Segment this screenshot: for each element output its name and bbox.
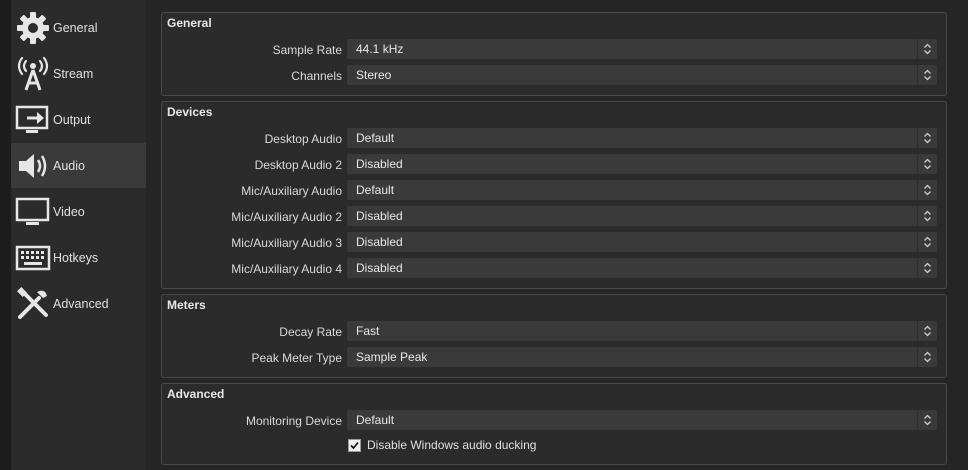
peak-meter-type-value: Sample Peak xyxy=(356,350,428,364)
device-row: Mic/Auxiliary Audio 4 Disabled xyxy=(162,258,946,280)
general-group: General Sample Rate 44.1 kHz Channels St… xyxy=(161,12,947,96)
chevron-updown-icon xyxy=(917,154,937,174)
group-title-meters: Meters xyxy=(167,298,206,312)
device-value: Default xyxy=(356,131,395,145)
sidebar-item-label: Hotkeys xyxy=(53,250,99,265)
group-title-advanced: Advanced xyxy=(167,387,225,401)
chevron-updown-icon xyxy=(917,39,937,59)
peak-meter-type-label: Peak Meter Type xyxy=(251,351,343,365)
mic-aux-audio-4-select[interactable]: Disabled xyxy=(347,258,937,278)
group-title-general: General xyxy=(167,16,212,30)
sample-rate-label: Sample Rate xyxy=(272,43,342,57)
advanced-group: Advanced Monitoring Device Default Disab… xyxy=(161,383,947,465)
channels-value: Stereo xyxy=(356,68,392,82)
meters-group: Meters Decay Rate Fast Peak Meter Type S… xyxy=(161,294,947,378)
chevron-updown-icon xyxy=(917,232,937,252)
sample-rate-select[interactable]: 44.1 kHz xyxy=(347,39,937,59)
broadcast-icon xyxy=(13,54,53,94)
sidebar-item-general[interactable]: General xyxy=(11,5,146,50)
sidebar-item-label: Video xyxy=(53,204,85,219)
disable-ducking-option[interactable]: Disable Windows audio ducking xyxy=(347,437,647,453)
group-title-devices: Devices xyxy=(167,105,213,119)
device-row: Desktop Audio Default xyxy=(162,128,946,150)
device-value: Disabled xyxy=(356,235,403,249)
chevron-updown-icon xyxy=(917,258,937,278)
desktop-audio-select[interactable]: Default xyxy=(347,128,937,148)
channels-select[interactable]: Stereo xyxy=(347,65,937,85)
chevron-updown-icon xyxy=(917,206,937,226)
channels-row: Channels Stereo xyxy=(162,65,946,87)
decay-rate-row: Decay Rate Fast xyxy=(162,321,946,343)
device-value: Disabled xyxy=(356,261,403,275)
device-label: Mic/Auxiliary Audio 3 xyxy=(231,236,342,250)
chevron-updown-icon xyxy=(917,128,937,148)
sidebar-item-stream[interactable]: Stream xyxy=(11,51,146,96)
chevron-updown-icon xyxy=(917,321,937,341)
sample-rate-value: 44.1 kHz xyxy=(356,42,404,56)
output-icon xyxy=(13,100,53,140)
channels-label: Channels xyxy=(291,69,342,83)
gear-icon xyxy=(13,8,53,48)
desktop-audio-2-select[interactable]: Disabled xyxy=(347,154,937,174)
peak-meter-type-select[interactable]: Sample Peak xyxy=(347,347,937,367)
monitoring-device-value: Default xyxy=(356,413,395,427)
sidebar-item-label: Audio xyxy=(53,158,85,173)
device-label: Desktop Audio 2 xyxy=(254,158,342,172)
sidebar-item-video[interactable]: Video xyxy=(11,189,146,234)
chevron-updown-icon xyxy=(917,410,937,430)
chevron-updown-icon xyxy=(917,65,937,85)
sidebar-item-hotkeys[interactable]: Hotkeys xyxy=(11,235,146,280)
device-value: Disabled xyxy=(356,209,403,223)
device-row: Mic/Auxiliary Audio 3 Disabled xyxy=(162,232,946,254)
device-label: Desktop Audio xyxy=(264,132,342,146)
sidebar-item-output[interactable]: Output xyxy=(11,97,146,142)
window-edge xyxy=(0,0,11,470)
keyboard-icon xyxy=(13,238,53,278)
speaker-icon xyxy=(13,146,53,186)
device-row: Mic/Auxiliary Audio 2 Disabled xyxy=(162,206,946,228)
settings-sidebar: General Stream Output Audio Video Hotkey… xyxy=(11,0,146,470)
chevron-updown-icon xyxy=(917,347,937,367)
sidebar-item-label: Stream xyxy=(53,66,94,81)
tools-icon xyxy=(13,284,53,324)
mic-aux-audio-3-select[interactable]: Disabled xyxy=(347,232,937,252)
disable-ducking-label: Disable Windows audio ducking xyxy=(367,438,537,452)
mic-aux-audio-2-select[interactable]: Disabled xyxy=(347,206,937,226)
disable-ducking-checkbox[interactable] xyxy=(348,438,361,452)
monitor-icon xyxy=(13,192,53,232)
sidebar-item-label: General xyxy=(53,20,98,35)
sample-rate-row: Sample Rate 44.1 kHz xyxy=(162,39,946,61)
devices-group: Devices Desktop Audio Default Desktop Au… xyxy=(161,101,947,289)
device-value: Default xyxy=(356,183,395,197)
sidebar-divider xyxy=(146,0,160,470)
chevron-updown-icon xyxy=(917,180,937,200)
sidebar-item-label: Output xyxy=(53,112,91,127)
monitoring-device-row: Monitoring Device Default xyxy=(162,410,946,432)
mic-aux-audio-select[interactable]: Default xyxy=(347,180,937,200)
sidebar-item-audio[interactable]: Audio xyxy=(11,143,146,188)
monitoring-device-select[interactable]: Default xyxy=(347,410,937,430)
decay-rate-label: Decay Rate xyxy=(279,325,342,339)
device-row: Mic/Auxiliary Audio Default xyxy=(162,180,946,202)
sidebar-item-label: Advanced xyxy=(53,296,109,311)
device-label: Mic/Auxiliary Audio xyxy=(241,184,342,198)
checkmark-icon xyxy=(350,441,359,449)
device-value: Disabled xyxy=(356,157,403,171)
device-label: Mic/Auxiliary Audio 2 xyxy=(231,210,342,224)
device-row: Desktop Audio 2 Disabled xyxy=(162,154,946,176)
peak-meter-type-row: Peak Meter Type Sample Peak xyxy=(162,347,946,369)
decay-rate-select[interactable]: Fast xyxy=(347,321,937,341)
decay-rate-value: Fast xyxy=(356,324,380,338)
device-label: Mic/Auxiliary Audio 4 xyxy=(231,262,342,276)
monitoring-device-label: Monitoring Device xyxy=(245,414,342,428)
sidebar-item-advanced[interactable]: Advanced xyxy=(11,281,146,326)
